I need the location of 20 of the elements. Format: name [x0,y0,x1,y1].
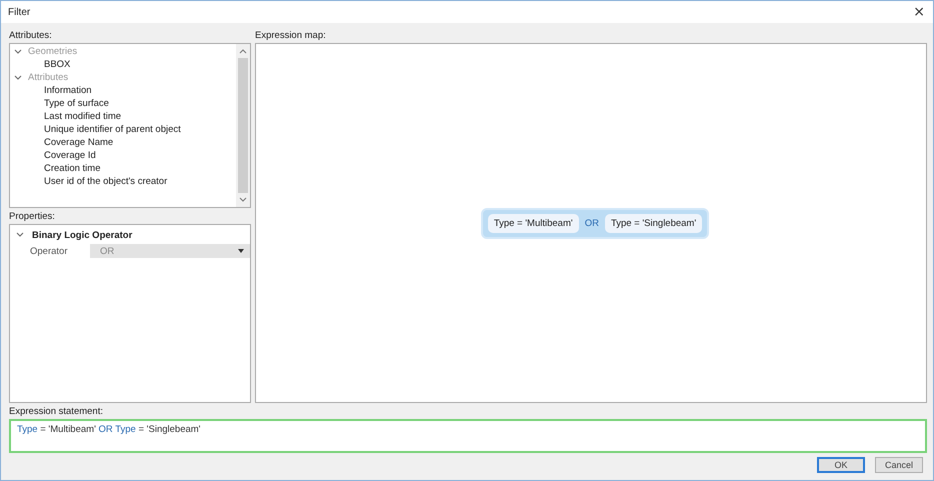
section-label: Properties: [9,210,55,224]
expression-group[interactable]: Type = 'Multibeam' OR Type = 'Singlebeam' [480,208,710,238]
window-title: Filter [8,6,30,18]
property-group[interactable]: Binary Logic Operator [32,230,132,240]
ok-button[interactable]: OK [817,457,865,473]
section-label: Attributes: [9,29,52,43]
chevron-down-icon[interactable] [16,231,24,239]
scrollbar[interactable] [236,44,250,207]
section-label: Expression map: [255,29,326,43]
expression-field[interactable]: Type = 'Multibeam' OR Type = 'Singlebeam' [9,419,927,453]
property-name: Operator [29,246,68,256]
section-label: Expression statement: [9,405,103,419]
operator-label: OR [584,218,599,228]
close-button[interactable]: × [905,4,933,20]
cancel-button[interactable]: Cancel [875,457,923,473]
expression-text: Type = 'Multibeam' OR Type = 'Singlebeam' [17,424,200,435]
scroll-up-icon[interactable] [239,48,247,54]
condition-chip[interactable]: Type = 'Singlebeam' [604,214,702,232]
scroll-down-icon[interactable] [239,197,247,203]
condition-chip[interactable]: Type = 'Multibeam' [488,214,579,232]
